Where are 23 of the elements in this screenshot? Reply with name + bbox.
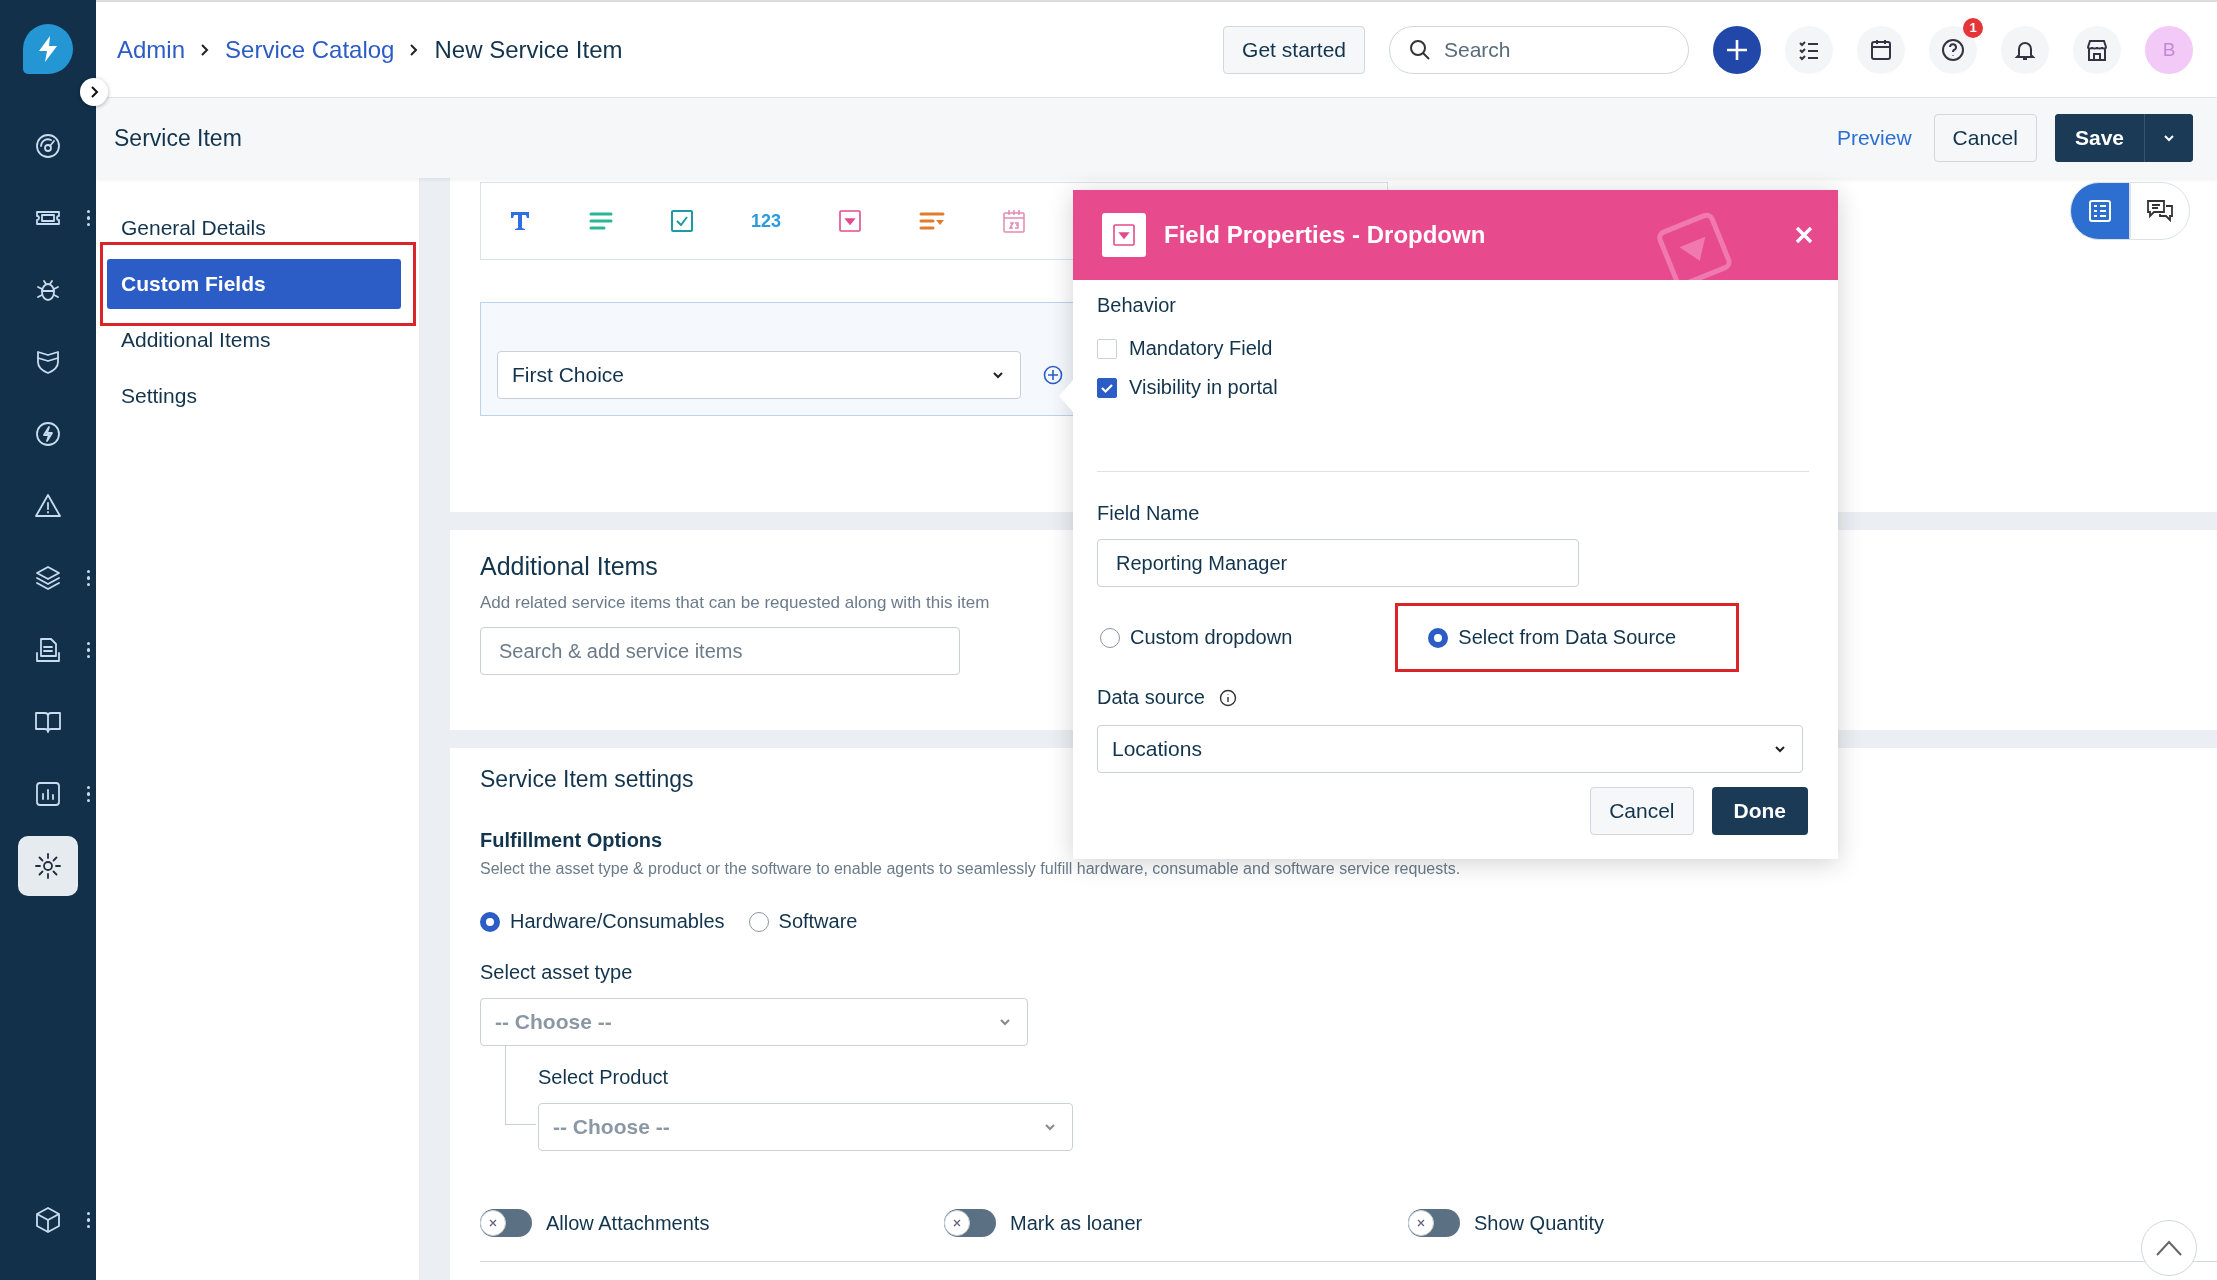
dialog-title: Field Properties - Dropdown [1164,221,1487,249]
page-title: Service Item [114,124,242,152]
subsection-title: Fulfillment Options [480,829,663,852]
toggle-label: Allow Attachments [546,1211,710,1235]
field-label: Select asset type [480,961,633,984]
radio-label: Select from Data Source [1458,626,1677,649]
field-label: Data source [1097,686,1205,709]
section-description: Add related service items that can be requested along with this item [480,593,990,613]
subsection-description: Select the asset type & product or the software to enable agents to seamlessly fulfill hardware, consumable and software service requests. [480,860,1461,878]
section-title: Service Item settings [480,766,694,793]
section-title: Additional Items [480,552,658,581]
checkbox-label: Mandatory Field [1129,337,1273,360]
toggle-label: Show Quantity [1474,1211,1605,1235]
breadcrumb-current: New Service Item [434,35,623,64]
notification-badge: 1 [1963,17,1983,38]
radio-label: Hardware/Consumables [510,910,725,933]
checkbox-label: Visibility in portal [1129,376,1278,399]
toggle-label: Mark as loaner [1010,1211,1143,1235]
field-label: Select Product [538,1066,669,1089]
section-label: Behavior [1097,294,1177,317]
field-label: Field Name [1097,502,1201,525]
radio-label: Custom dropdown [1130,626,1293,649]
radio-label: Software [778,910,858,933]
